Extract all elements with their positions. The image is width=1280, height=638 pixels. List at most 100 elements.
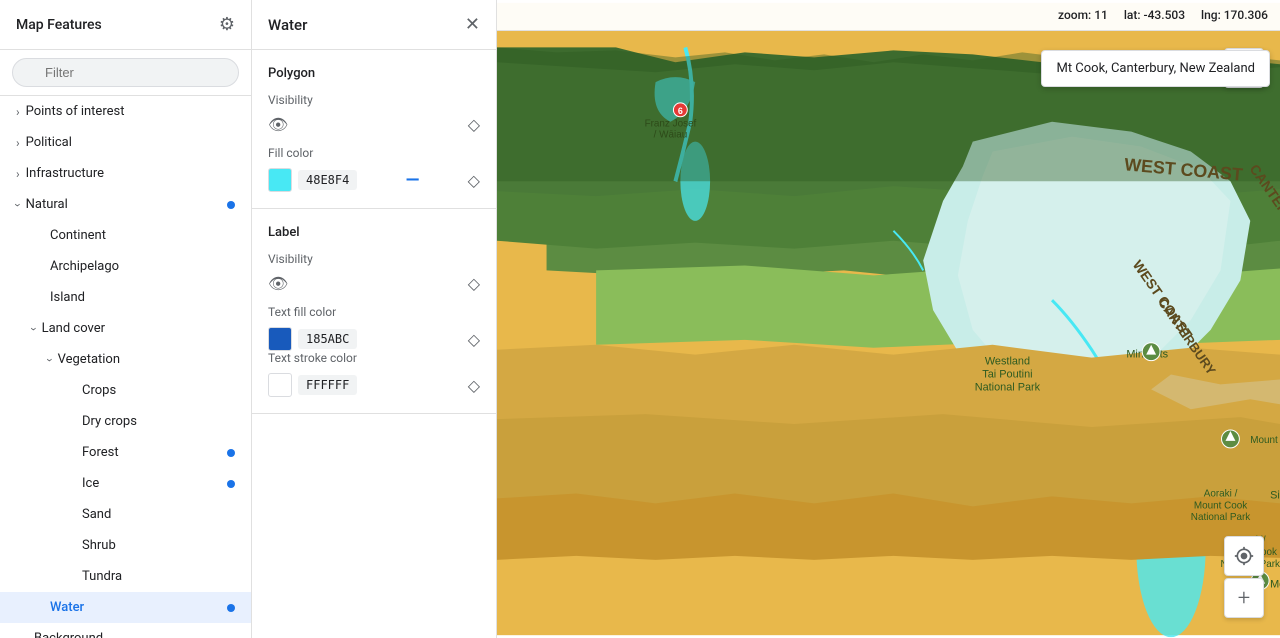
- sidebar-item-label: Island: [50, 290, 235, 305]
- label-visibility-label: Visibility: [268, 252, 480, 266]
- active-dot: [227, 480, 235, 488]
- sidebar-item-shrub[interactable]: Shrub: [0, 530, 251, 561]
- svg-text:/ Wāiau: / Wāiau: [654, 130, 688, 141]
- zoom-in-button[interactable]: +: [1224, 578, 1264, 618]
- map-zoom-stat: zoom: 11: [1058, 8, 1108, 22]
- label-section-title: Label: [268, 225, 480, 240]
- sidebar-item-water[interactable]: Water: [0, 592, 251, 623]
- sidebar-item-ice[interactable]: Ice: [0, 468, 251, 499]
- map-svg[interactable]: WEST COAST WEST COAST CANTERBURY WEST CO…: [497, 0, 1280, 638]
- zoom-label: zoom:: [1058, 8, 1091, 22]
- sidebar-item-label: Sand: [82, 507, 235, 522]
- filter-bar: ☰: [0, 50, 251, 96]
- fill-color-label: Fill color: [268, 146, 480, 160]
- svg-text:National Park: National Park: [975, 381, 1041, 393]
- fill-color-row: 48E8F4 — ◇: [268, 168, 480, 192]
- location-button[interactable]: [1224, 536, 1264, 576]
- sidebar-item-archipelago[interactable]: Archipelago: [0, 251, 251, 282]
- text-stroke-color-row: FFFFFF ◇: [268, 373, 480, 397]
- sidebar-item-label: Continent: [50, 228, 235, 243]
- text-stroke-color-swatch[interactable]: [268, 373, 292, 397]
- sidebar-item-political[interactable]: › Political: [0, 127, 251, 158]
- svg-text:Mount Cook: Mount Cook: [1194, 500, 1247, 511]
- polygon-section: Polygon Visibility 👁 ◇ Fill color 48E8F4…: [252, 50, 496, 209]
- map-lat-stat: lat: -43.503: [1124, 8, 1185, 22]
- sidebar-item-infrastructure[interactable]: ›Infrastructure: [0, 158, 251, 189]
- sidebar-item-dry-crops[interactable]: Dry crops: [0, 406, 251, 437]
- sidebar-item-land-cover[interactable]: ›Land cover: [0, 313, 251, 344]
- fill-color-value[interactable]: 48E8F4: [298, 170, 357, 190]
- polygon-visibility-row: 👁 ◇: [268, 115, 480, 134]
- chevron-icon: ›: [27, 327, 41, 331]
- label-visibility-diamond-icon[interactable]: ◇: [468, 274, 480, 293]
- svg-text:Mount Hutton: Mount Hutton: [1270, 579, 1280, 591]
- sidebar-item-natural[interactable]: ›Natural: [0, 189, 251, 220]
- polygon-visibility-eye-icon[interactable]: 👁: [268, 115, 288, 134]
- svg-text:Tai Poutini: Tai Poutini: [982, 368, 1032, 380]
- text-stroke-color-label: Text stroke color: [268, 351, 480, 365]
- chevron-icon: ›: [11, 203, 25, 207]
- sidebar-item-continent[interactable]: Continent: [0, 220, 251, 251]
- chevron-icon: ›: [43, 358, 57, 362]
- gear-icon[interactable]: ⚙: [219, 14, 235, 35]
- sidebar-list: ›Points of interest›Political›Infrastruc…: [0, 96, 251, 638]
- map-lng-stat: lng: 170.306: [1201, 8, 1268, 22]
- sidebar-title: Map Features: [16, 17, 102, 33]
- fill-color-swatch[interactable]: [268, 168, 292, 192]
- sidebar-item-crops[interactable]: Crops: [0, 375, 251, 406]
- polygon-visibility-label: Visibility: [268, 93, 480, 107]
- chevron-icon: ›: [16, 167, 20, 181]
- label-visibility-row: 👁 ◇: [268, 274, 480, 293]
- feature-panel: Water ✕ Polygon Visibility 👁 ◇ Fill colo…: [252, 0, 497, 638]
- close-icon[interactable]: ✕: [465, 14, 480, 35]
- text-stroke-diamond-icon[interactable]: ◇: [468, 376, 480, 395]
- sidebar: Map Features ⚙ ☰ ›Points of interest›Pol…: [0, 0, 252, 638]
- label-visibility-eye-icon[interactable]: 👁: [268, 274, 288, 293]
- sidebar-item-island[interactable]: Island: [0, 282, 251, 313]
- chevron-icon: ›: [16, 105, 20, 119]
- text-fill-color-swatch[interactable]: [268, 327, 292, 351]
- lng-label: lng:: [1201, 8, 1221, 22]
- map-header: zoom: 11 lat: -43.503 lng: 170.306: [497, 0, 1280, 31]
- lat-value: -43.503: [1144, 8, 1186, 22]
- sidebar-item-label: Archipelago: [50, 259, 235, 274]
- location-tooltip: Mt Cook, Canterbury, New Zealand: [1041, 50, 1270, 87]
- text-fill-color-row: 185ABC ◇: [268, 327, 480, 351]
- active-dot: [227, 201, 235, 209]
- zoom-value: 11: [1094, 8, 1108, 22]
- panel-header: Water ✕: [252, 0, 496, 50]
- sidebar-item-label: Background: [34, 631, 235, 638]
- svg-text:Mount Sibbald: Mount Sibbald: [1250, 435, 1280, 446]
- sidebar-item-background[interactable]: Background: [0, 623, 251, 638]
- text-stroke-color-value[interactable]: FFFFFF: [298, 375, 357, 395]
- sidebar-item-label: Forest: [82, 445, 227, 460]
- active-dot: [227, 449, 235, 457]
- sidebar-item-label: Vegetation: [58, 352, 235, 367]
- sidebar-item-forest[interactable]: Forest: [0, 437, 251, 468]
- fill-color-swatch-group: 48E8F4: [268, 168, 357, 192]
- sidebar-item-label: Tundra: [82, 569, 235, 584]
- sidebar-item-label: Shrub: [82, 538, 235, 553]
- fill-color-minus-icon[interactable]: —: [406, 170, 420, 191]
- text-fill-color-label: Text fill color: [268, 305, 480, 319]
- svg-text:Franz Josef: Franz Josef: [645, 119, 697, 130]
- chevron-icon: ›: [16, 136, 20, 150]
- sidebar-item-points-of-interest[interactable]: ›Points of interest: [0, 96, 251, 127]
- location-tooltip-text: Mt Cook, Canterbury, New Zealand: [1056, 61, 1255, 76]
- filter-wrap: ☰: [12, 58, 239, 87]
- text-fill-color-value[interactable]: 185ABC: [298, 329, 357, 349]
- sidebar-item-sand[interactable]: Sand: [0, 499, 251, 530]
- panel-title: Water: [268, 16, 307, 34]
- active-dot: [227, 604, 235, 612]
- text-stroke-color-swatch-group: FFFFFF: [268, 373, 357, 397]
- text-fill-diamond-icon[interactable]: ◇: [468, 330, 480, 349]
- polygon-visibility-diamond-icon[interactable]: ◇: [468, 115, 480, 134]
- sidebar-item-tundra[interactable]: Tundra: [0, 561, 251, 592]
- sidebar-item-vegetation[interactable]: ›Vegetation: [0, 344, 251, 375]
- fill-color-diamond-icon[interactable]: ◇: [468, 171, 480, 190]
- svg-text:6: 6: [678, 106, 683, 116]
- map-area: zoom: 11 lat: -43.503 lng: 170.306: [497, 0, 1280, 638]
- sidebar-item-label: Land cover: [42, 321, 235, 336]
- filter-input[interactable]: [12, 58, 239, 87]
- sidebar-item-label: Political: [26, 135, 235, 150]
